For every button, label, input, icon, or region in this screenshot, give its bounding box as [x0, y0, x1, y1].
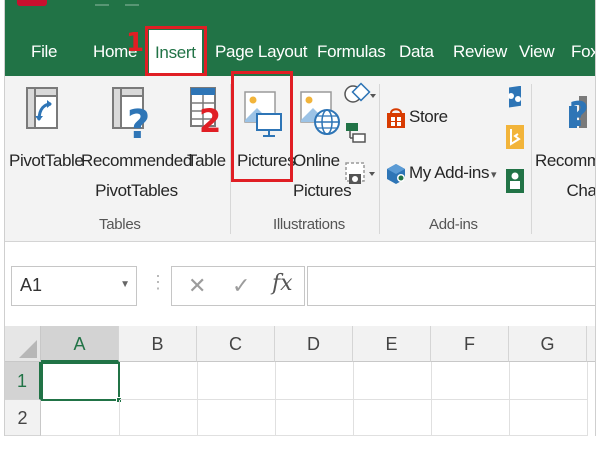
- table-button[interactable]: Table: [187, 150, 226, 172]
- app-logo-fragment: [17, 0, 47, 6]
- recommended-pivottables-line1: Recommended: [81, 151, 192, 170]
- my-addins-button[interactable]: My Add-ins: [409, 162, 489, 184]
- people-graph-icon[interactable]: [505, 85, 525, 115]
- name-box-value: A1: [20, 275, 43, 295]
- cell-a1[interactable]: [41, 362, 120, 401]
- name-box[interactable]: A1 ▼: [11, 266, 137, 306]
- recommended-charts-icon: ?: [565, 86, 595, 139]
- quick-access-icon: [125, 0, 139, 6]
- cell-a2[interactable]: [41, 400, 120, 436]
- recommended-pivot-icon: ?: [111, 86, 155, 151]
- column-header-h[interactable]: [587, 326, 595, 362]
- bing-maps-icon[interactable]: [505, 124, 525, 155]
- online-pictures-line2: Pictures: [293, 181, 352, 200]
- worksheet-grid: A B C D E F G 1 2: [5, 326, 595, 436]
- online-pictures-line1: Online: [293, 151, 340, 170]
- recommended-charts-line1: Recomme: [535, 151, 595, 170]
- column-header-g[interactable]: G: [509, 326, 587, 362]
- cell-b2[interactable]: [120, 400, 198, 436]
- tab-data[interactable]: Data: [399, 38, 434, 66]
- tab-fox[interactable]: Fox: [571, 38, 595, 66]
- cell-d2[interactable]: [276, 400, 354, 436]
- shapes-icon[interactable]: [343, 82, 377, 113]
- store-icon: [385, 106, 407, 135]
- recommended-pivottables-button[interactable]: Recommended PivotTables: [81, 150, 192, 202]
- excel-window: File Home Insert Page Layout Formulas Da…: [4, 0, 596, 436]
- column-header-d[interactable]: D: [275, 326, 353, 362]
- group-separator: [531, 84, 532, 234]
- group-label-illustrations: Illustrations: [273, 216, 345, 233]
- formula-bar-buttons: ✕ ✓ fx: [171, 266, 305, 306]
- my-addins-dropdown-icon[interactable]: ▾: [491, 168, 497, 181]
- group-separator: [379, 84, 380, 234]
- recommended-charts-button[interactable]: Recomme Chart: [535, 150, 596, 202]
- row-header-2[interactable]: 2: [5, 400, 41, 436]
- cell-g2[interactable]: [510, 400, 588, 436]
- callout-number-1: 1: [126, 28, 145, 58]
- name-box-dropdown-icon[interactable]: ▼: [120, 279, 130, 290]
- cell-c1[interactable]: [198, 362, 276, 400]
- ribbon-tab-bar: File Home Insert Page Layout Formulas Da…: [5, 0, 595, 76]
- callout-box-insert: [145, 26, 207, 76]
- my-addins-icon: [385, 162, 407, 191]
- cell-f1[interactable]: [432, 362, 510, 400]
- callout-box-pictures: [231, 71, 293, 182]
- row-header-1[interactable]: 1: [5, 362, 41, 400]
- tab-formulas[interactable]: Formulas: [317, 38, 386, 66]
- pivot-table-icon: [25, 86, 61, 137]
- cell-d1[interactable]: [276, 362, 354, 400]
- online-pictures-icon: [299, 90, 343, 143]
- enter-icon[interactable]: ✓: [232, 273, 250, 299]
- cell-b1[interactable]: [120, 362, 198, 400]
- cell-e1[interactable]: [354, 362, 432, 400]
- select-all-button[interactable]: [5, 326, 41, 362]
- pivot-table-button[interactable]: PivotTable: [9, 150, 84, 172]
- column-header-e[interactable]: E: [353, 326, 431, 362]
- cancel-icon[interactable]: ✕: [188, 273, 206, 299]
- store-button[interactable]: Store: [409, 106, 448, 128]
- insert-function-icon[interactable]: fx: [272, 271, 293, 296]
- cell-e2[interactable]: [354, 400, 432, 436]
- recommended-pivottables-line2: PivotTables: [95, 181, 178, 200]
- cell-g1[interactable]: [510, 362, 588, 400]
- tab-file[interactable]: File: [31, 38, 58, 66]
- cell-f2[interactable]: [432, 400, 510, 436]
- formula-input[interactable]: [307, 266, 595, 306]
- tab-review[interactable]: Review: [453, 38, 507, 66]
- callout-number-2: 2: [199, 102, 222, 140]
- tab-view[interactable]: View: [519, 38, 555, 66]
- ribbon: PivotTable ? Recommended PivotTables 2 T…: [5, 71, 596, 242]
- column-header-a[interactable]: A: [41, 326, 119, 362]
- recommended-charts-line2: Chart: [566, 181, 596, 200]
- group-label-addins: Add-ins: [429, 216, 478, 233]
- cell-c2[interactable]: [198, 400, 276, 436]
- column-header-f[interactable]: F: [431, 326, 509, 362]
- group-label-tables: Tables: [99, 216, 141, 233]
- smartart-icon[interactable]: [345, 122, 367, 149]
- screenshot-icon[interactable]: [345, 162, 377, 193]
- tab-page-layout[interactable]: Page Layout: [215, 38, 307, 66]
- quick-access-icon: [95, 0, 109, 6]
- svg-text:?: ?: [127, 102, 150, 146]
- online-pictures-button[interactable]: Online Pictures: [293, 150, 352, 202]
- column-header-b[interactable]: B: [119, 326, 197, 362]
- column-header-c[interactable]: C: [197, 326, 275, 362]
- svg-text:?: ?: [569, 95, 589, 134]
- people-addin-icon[interactable]: [505, 168, 525, 199]
- formula-bar-area: A1 ▼ ⋮ ✕ ✓ fx: [5, 242, 595, 326]
- formula-bar-grip[interactable]: ⋮: [149, 272, 167, 293]
